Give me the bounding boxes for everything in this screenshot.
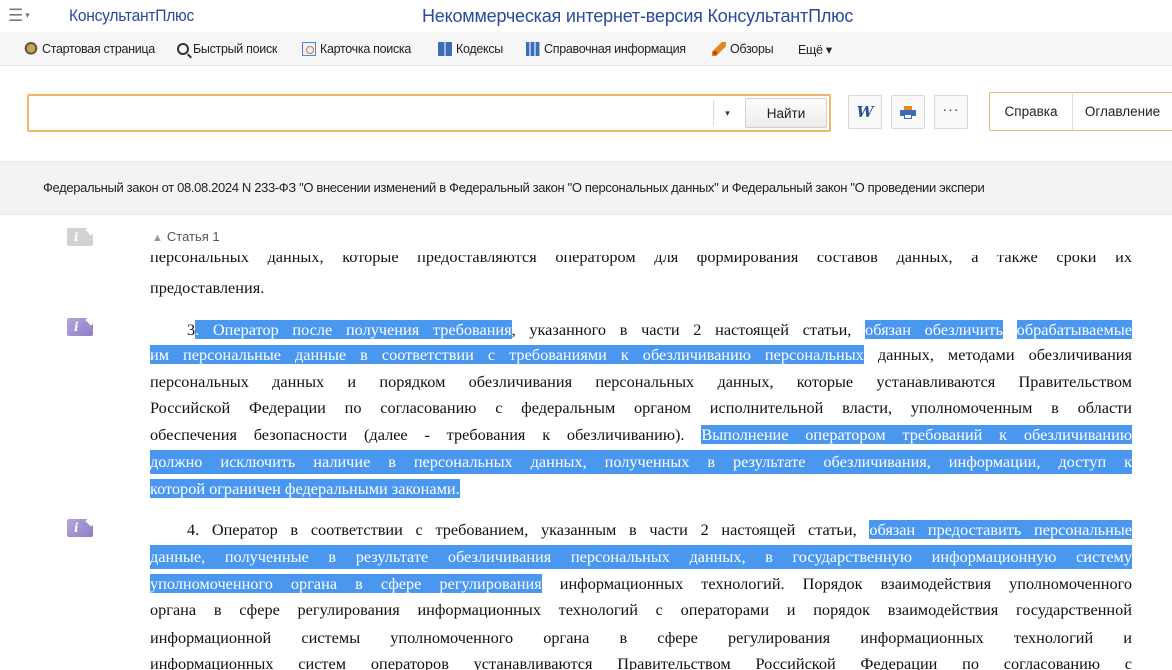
article-link-label: Статья 1	[166, 229, 220, 244]
home-icon	[24, 42, 38, 56]
reference-icon	[526, 42, 540, 56]
text-span: 3	[187, 320, 196, 339]
print-button[interactable]	[891, 95, 925, 129]
article-nav-row: i ▲ Статья 1	[0, 215, 1172, 255]
word-icon: W	[856, 103, 874, 121]
title-bar: ☰ ▾ КонсультантПлюс Некоммерческая интерн…	[0, 0, 1172, 32]
toolbar-reference-label: Справочная информация	[544, 42, 686, 56]
arrow-up-icon: ▲	[152, 232, 163, 244]
paragraph-line: которой ограничен федеральными законами.	[150, 477, 460, 501]
document-title-bar: Федеральный закон от 08.08.2024 N 233-ФЗ…	[0, 161, 1172, 215]
text-span	[1003, 320, 1017, 339]
paragraph-line: уполномоченного органа в сфере регулиров…	[150, 572, 1132, 596]
article-link[interactable]: ▲ Статья 1	[152, 229, 220, 244]
toolbar-more[interactable]: Ещё ▾	[798, 39, 832, 59]
toolbar-reference[interactable]: Справочная информация	[526, 39, 686, 59]
highlighted-text: Выполнение оператором требований к обезл…	[701, 425, 1132, 444]
toolbar-search-card[interactable]: Карточка поиска	[302, 39, 411, 59]
export-word-button[interactable]: W	[848, 95, 882, 129]
search-card-icon	[302, 42, 316, 56]
text-span: данных, методами обезличивания	[863, 345, 1132, 364]
paragraph-line: информационных систем операторов устанав…	[150, 654, 1132, 670]
toolbar-reviews[interactable]: Обзоры	[712, 39, 774, 59]
text-span: 4. Оператор в соответствии с требованием…	[187, 520, 870, 539]
text-span: обеспечения безопасности (далее - требов…	[150, 425, 702, 444]
toolbar-quick-search[interactable]: Быстрый поиск	[177, 39, 277, 59]
paragraph-line: обеспечения безопасности (далее - требов…	[150, 423, 1132, 447]
paragraph-line: персональных данных и порядком обезличив…	[150, 372, 1132, 391]
paragraph-line: им персональные данные в соответствии с …	[150, 343, 1132, 367]
toolbar-more-label: Ещё ▾	[798, 42, 832, 57]
highlighted-text: . Оператор после получения требования	[195, 320, 512, 339]
highlighted-text: обязан предоставить персональные	[869, 520, 1132, 539]
paragraph-line: персональных данных, которые предоставля…	[150, 255, 1132, 266]
search-input[interactable]	[33, 100, 709, 126]
paragraph-line: 3. Оператор после получения требования, …	[150, 318, 1132, 342]
app-title: Некоммерческая интернет-версия Консульта…	[422, 6, 854, 26]
search-box: ▾ Найти	[27, 94, 831, 132]
toolbar-reviews-label: Обзоры	[730, 42, 774, 56]
highlighted-line: данные, полученные в результате обезличи…	[150, 545, 1132, 569]
highlighted-text: им персональные данные в соответствии с …	[150, 345, 864, 364]
toolbar-codes-label: Кодексы	[456, 42, 503, 56]
paragraph-line: информационной системы уполномоченного о…	[150, 628, 1132, 647]
toolbar-start-page-label: Стартовая страница	[42, 42, 155, 56]
info-icon[interactable]: i	[67, 519, 93, 537]
highlighted-text: обрабатываемые	[1016, 320, 1132, 339]
hamburger-menu-icon[interactable]: ☰ ▾	[8, 5, 48, 27]
document-body: персональных данных, которые предоставля…	[0, 255, 1172, 670]
brand-logo[interactable]: КонсультантПлюс	[69, 6, 194, 26]
find-button[interactable]: Найти	[745, 98, 827, 128]
text-span: , указанного в части 2 настоящей статьи,	[511, 320, 866, 339]
printer-icon	[900, 105, 916, 119]
contents-button[interactable]: Оглавление	[1072, 92, 1172, 131]
toolbar-start-page[interactable]: Стартовая страница	[24, 39, 155, 59]
search-history-dropdown[interactable]: ▾	[713, 100, 741, 126]
highlighted-line: должно исключить наличие в персональных …	[150, 450, 1132, 474]
pen-icon	[712, 42, 726, 56]
book-icon	[438, 42, 452, 56]
paragraph-line: Российской Федерации по согласованию с ф…	[150, 398, 1132, 417]
info-icon[interactable]: i	[67, 318, 93, 336]
highlighted-text: обязан обезличить	[865, 320, 1003, 339]
text-span: информационных технологий. Порядок взаим…	[541, 574, 1132, 593]
toolbar-search-card-label: Карточка поиска	[320, 42, 412, 56]
search-area: ▾ Найти W ··· Справка Оглавление	[0, 66, 1172, 161]
more-dots-icon: ···	[942, 101, 960, 117]
paragraph-line: 4. Оператор в соответствии с требованием…	[150, 518, 1132, 542]
more-actions-button[interactable]: ···	[934, 95, 968, 129]
toolbar-codes[interactable]: Кодексы	[438, 39, 503, 59]
paragraph-line: предоставления.	[150, 278, 265, 297]
main-toolbar: Стартовая страница Быстрый поиск Карточк…	[0, 32, 1172, 66]
highlighted-text: которой ограничен федеральными законами.	[150, 479, 460, 498]
document-title: Федеральный закон от 08.08.2024 N 233-ФЗ…	[43, 180, 985, 195]
toolbar-quick-search-label: Быстрый поиск	[193, 42, 278, 56]
highlighted-text: уполномоченного органа в сфере регулиров…	[150, 574, 542, 593]
info-icon[interactable]: i	[67, 228, 93, 246]
search-icon	[177, 43, 189, 55]
paragraph-line: органа в сфере регулирования информацион…	[150, 600, 1132, 619]
help-button[interactable]: Справка	[989, 92, 1073, 131]
